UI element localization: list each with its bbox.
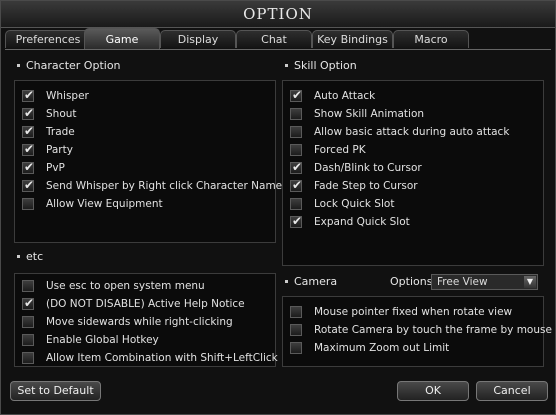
character-option-title: Character Option	[26, 59, 121, 72]
checkbox[interactable]	[290, 306, 302, 318]
tab-divider	[5, 49, 551, 50]
skill-option-label: Forced PK	[314, 144, 366, 156]
skill-option-label: Fade Step to Cursor	[314, 180, 418, 192]
character-option-panel: ✔ Whisper ✔ Shout ✔ Trade ✔ Party ✔ PvP ✔ Send Whis…	[14, 80, 282, 243]
skill-option-label: Allow basic attack during auto attack	[314, 126, 510, 138]
checkbox[interactable]	[290, 144, 302, 156]
checkbox[interactable]	[22, 352, 34, 364]
set-to-default-button[interactable]: Set to Default	[10, 381, 101, 401]
character-option-label: Party	[46, 144, 73, 156]
character-option-label: Shout	[46, 108, 77, 120]
checkbox[interactable]	[22, 280, 34, 292]
checkbox[interactable]	[22, 198, 34, 210]
etc-option-label: Move sidewards while right-clicking	[46, 316, 233, 328]
bullet-icon	[285, 63, 288, 67]
character-option-label: Send Whisper by Right click Character Na…	[46, 180, 283, 192]
camera-panel: Mouse pointer fixed when rotate view Rota…	[282, 296, 552, 367]
tab-key-bindings[interactable]: Key Bindings	[312, 30, 393, 48]
checkbox[interactable]: ✔	[290, 178, 303, 192]
title-bar[interactable]: OPTION	[1, 1, 555, 28]
etc-panel: Use esc to open system menu ✔ (DO NOT DISA…	[14, 273, 278, 367]
checkmark-icon: ✔	[24, 160, 35, 174]
character-option-header: Character Option	[17, 59, 121, 72]
skill-option-label: Show Skill Animation	[314, 108, 425, 120]
camera-options-label: Options	[390, 275, 433, 288]
checkbox[interactable]: ✔	[290, 214, 303, 228]
cancel-button[interactable]: Cancel	[476, 381, 548, 401]
checkmark-icon: ✔	[292, 214, 303, 228]
checkbox[interactable]: ✔	[290, 88, 303, 102]
tab-preferences[interactable]: Preferences	[5, 30, 91, 48]
checkmark-icon: ✔	[292, 178, 303, 192]
chevron-down-icon[interactable]: ▼	[524, 276, 536, 288]
checkbox[interactable]: ✔	[22, 296, 35, 310]
skill-option-label: Auto Attack	[314, 90, 376, 102]
skill-option-header: Skill Option	[285, 59, 357, 72]
camera-option-label: Maximum Zoom out Limit	[314, 342, 450, 354]
checkbox[interactable]	[290, 324, 302, 336]
checkmark-icon: ✔	[292, 160, 303, 174]
bullet-icon	[285, 279, 288, 283]
checkbox[interactable]: ✔	[290, 160, 303, 174]
character-option-label: Allow View Equipment	[46, 198, 163, 210]
checkbox[interactable]	[290, 342, 302, 354]
checkmark-icon: ✔	[24, 178, 35, 192]
checkmark-icon: ✔	[24, 142, 35, 156]
checkbox[interactable]	[22, 316, 34, 328]
character-option-label: Whisper	[46, 90, 89, 102]
checkmark-icon: ✔	[24, 296, 35, 310]
tab-game[interactable]: Game	[84, 28, 160, 49]
camera-title: Camera	[294, 275, 338, 288]
checkbox[interactable]: ✔	[22, 160, 35, 174]
skill-option-panel: ✔ Auto Attack Show Skill Animation Allow ba…	[282, 80, 544, 266]
skill-option-title: Skill Option	[294, 59, 357, 72]
etc-title: etc	[26, 250, 44, 263]
tab-chat[interactable]: Chat	[236, 30, 312, 48]
camera-options-select[interactable]: Free View ▼	[431, 274, 538, 290]
checkbox[interactable]: ✔	[22, 88, 35, 102]
checkmark-icon: ✔	[24, 106, 35, 120]
skill-option-label: Expand Quick Slot	[314, 216, 410, 228]
window-title: OPTION	[243, 5, 313, 23]
etc-option-label: (DO NOT DISABLE) Active Help Notice	[46, 298, 245, 310]
checkbox[interactable]: ✔	[22, 106, 35, 120]
checkbox[interactable]: ✔	[22, 178, 35, 192]
skill-option-label: Dash/Blink to Cursor	[314, 162, 422, 174]
etc-option-label: Allow Item Combination with Shift+LeftCl…	[46, 352, 278, 364]
character-option-label: Trade	[46, 126, 75, 138]
etc-option-label: Use esc to open system menu	[46, 280, 205, 292]
camera-options-value: Free View	[437, 276, 488, 288]
etc-header: etc	[17, 250, 43, 263]
checkmark-icon: ✔	[24, 88, 35, 102]
character-option-label: PvP	[46, 162, 65, 174]
camera-option-label: Rotate Camera by touch the frame by mous…	[314, 324, 552, 336]
ok-button[interactable]: OK	[397, 381, 469, 401]
camera-option-label: Mouse pointer fixed when rotate view	[314, 306, 513, 318]
etc-option-label: Enable Global Hotkey	[46, 334, 159, 346]
option-window: OPTION Preferences Game Display Chat Key…	[0, 0, 556, 415]
checkbox[interactable]	[290, 108, 302, 120]
bullet-icon	[17, 63, 20, 67]
checkbox[interactable]	[22, 334, 34, 346]
checkbox[interactable]	[290, 198, 302, 210]
skill-option-label: Lock Quick Slot	[314, 198, 395, 210]
tab-macro[interactable]: Macro	[393, 30, 469, 48]
checkbox[interactable]: ✔	[22, 124, 35, 138]
camera-header: Camera	[285, 275, 337, 288]
bullet-icon	[17, 254, 20, 258]
tab-display[interactable]: Display	[160, 30, 236, 48]
checkbox[interactable]	[290, 126, 302, 138]
checkmark-icon: ✔	[24, 124, 35, 138]
checkmark-icon: ✔	[292, 88, 303, 102]
checkbox[interactable]: ✔	[22, 142, 35, 156]
